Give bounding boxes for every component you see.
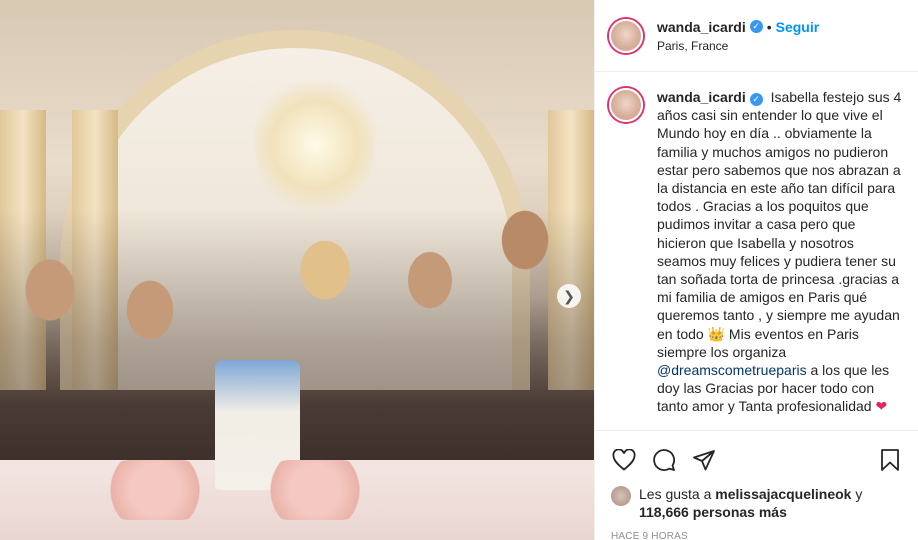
avatar[interactable] [609, 18, 643, 53]
caption-avatar[interactable] [609, 88, 643, 122]
verified-badge-icon: ✓ [749, 92, 763, 106]
location-link[interactable]: Paris, France [657, 39, 819, 53]
likes-summary: Les gusta a melissajacquelineok y 118,66… [595, 481, 918, 521]
post-photo[interactable]: ❯ [0, 0, 594, 540]
likes-prefix: Les gusta a [639, 486, 716, 502]
likes-count[interactable]: 118,666 personas más [639, 504, 787, 520]
heart-emoji: ❤ [875, 398, 888, 415]
caption: wanda_icardi ✓ Isabella festejo sus 4 año… [595, 72, 918, 416]
likes-suffix: y [851, 486, 863, 502]
caption-text: wanda_icardi ✓ Isabella festejo sus 4 año… [657, 88, 902, 416]
separator-dot: • [766, 18, 772, 35]
comment-bubble-icon[interactable] [649, 445, 679, 475]
next-photo-button[interactable]: ❯ [557, 284, 581, 308]
liker-avatar[interactable] [611, 486, 631, 506]
header-text: wanda_icardi ✓ • Seguir Paris, France [657, 19, 819, 53]
action-bar [595, 431, 918, 481]
post-sidebar: wanda_icardi ✓ • Seguir Paris, France wa… [594, 0, 918, 540]
paper-plane-icon[interactable] [689, 445, 719, 475]
mention-link[interactable]: @dreamscometrueparis [657, 362, 807, 378]
heart-outline-icon[interactable] [609, 445, 639, 475]
follow-button[interactable]: Seguir [776, 19, 820, 35]
photo-chandelier [255, 70, 375, 220]
photo-flowers-left [100, 460, 210, 520]
post-container: ❯ wanda_icardi ✓ • Seguir Paris, France … [0, 0, 918, 540]
caption-username[interactable]: wanda_icardi [657, 89, 746, 105]
verified-badge-icon: ✓ [749, 20, 763, 33]
caption-body-1: Isabella festejo sus 4 años casi sin ent… [657, 89, 902, 342]
post-timestamp[interactable]: HACE 9 HORAS [595, 521, 918, 540]
username-link[interactable]: wanda_icardi [657, 19, 746, 35]
chevron-right-icon: ❯ [563, 287, 575, 304]
crown-emoji: 👑 [707, 325, 726, 342]
post-header: wanda_icardi ✓ • Seguir Paris, France [595, 0, 918, 72]
liker-username[interactable]: melissajacquelineok [715, 486, 851, 502]
photo-flowers-right [260, 460, 370, 520]
bookmark-icon[interactable] [875, 445, 905, 475]
post-footer: Les gusta a melissajacquelineok y 118,66… [595, 430, 918, 540]
